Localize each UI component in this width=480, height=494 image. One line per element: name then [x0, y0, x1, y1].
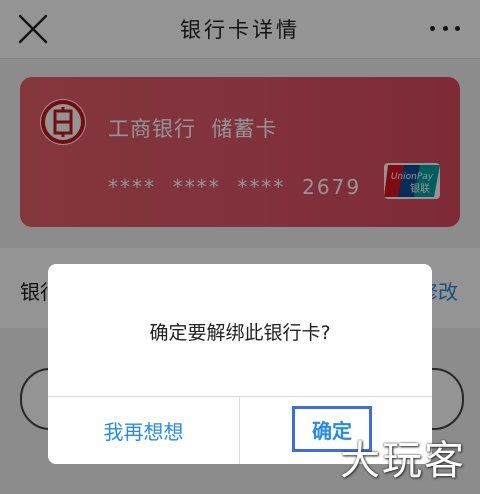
dialog-divider-vertical [239, 396, 240, 464]
cancel-button[interactable]: 我再想想 [48, 397, 239, 464]
watermark: 大玩客 [340, 438, 466, 484]
dialog-message: 确定要解绑此银行卡? [149, 322, 331, 344]
